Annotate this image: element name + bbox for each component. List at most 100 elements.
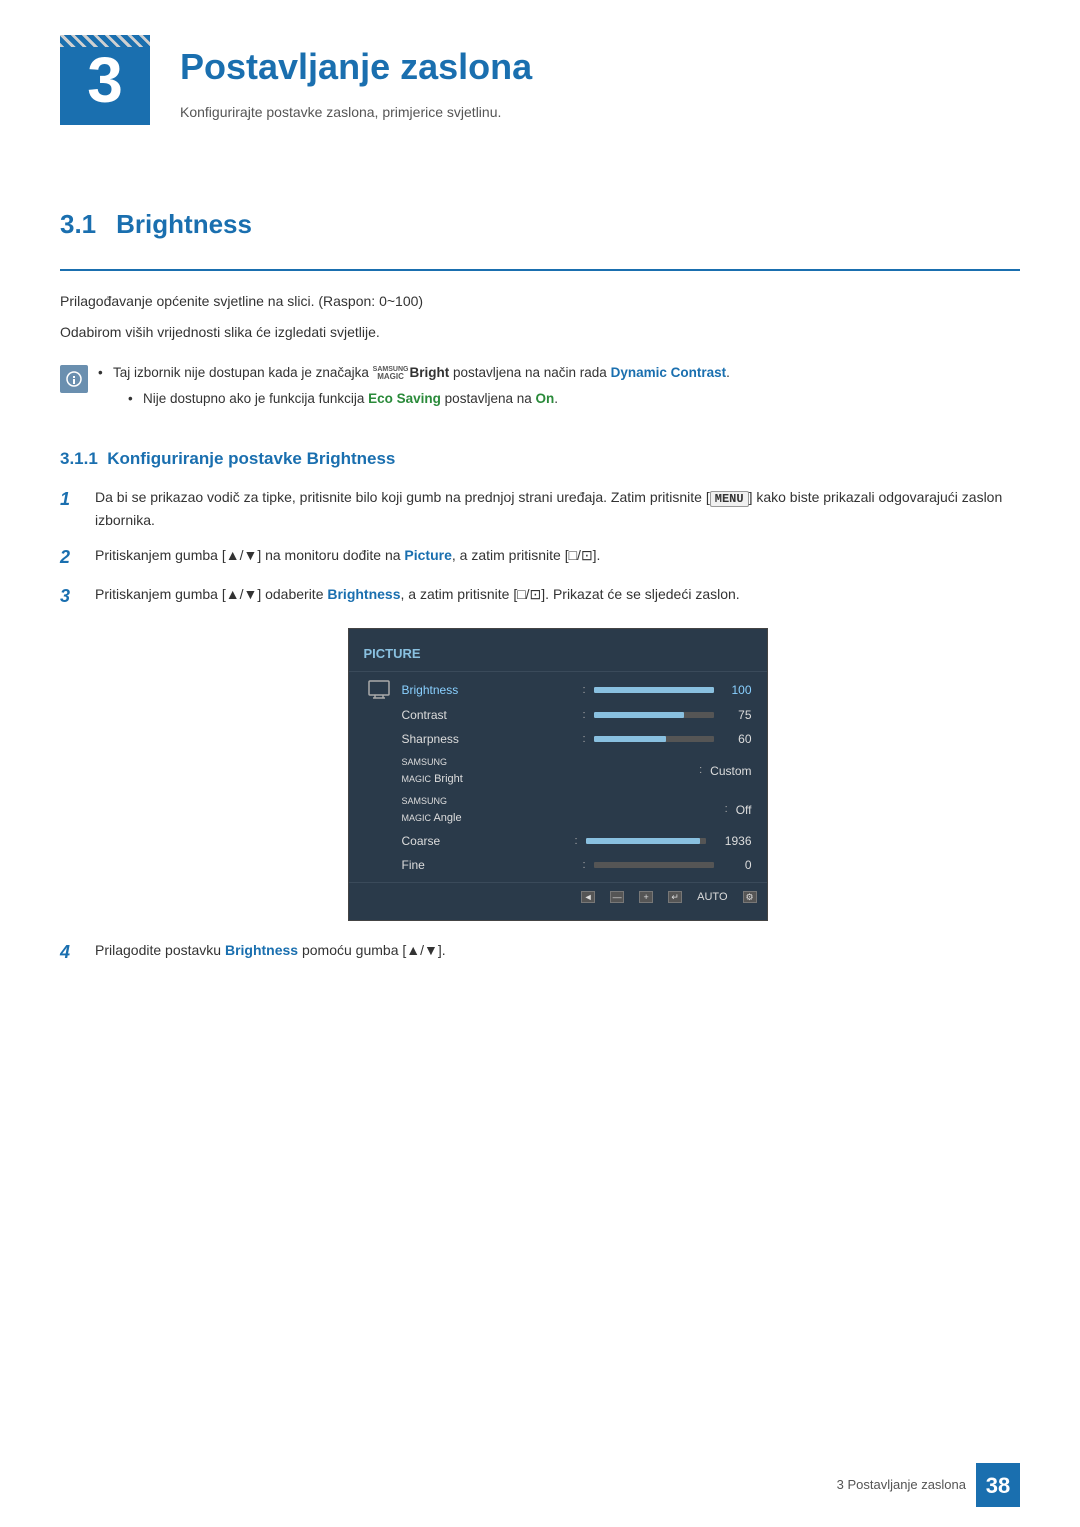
menu-btn-auto: AUTO [697, 889, 727, 906]
picture-menu: PICTURE Br [348, 628, 768, 921]
intro-line2: Odabirom viših vrijednosti slika će izgl… [60, 322, 1020, 343]
step-2: 2 Pritiskanjem gumba [▲/▼] na monitoru d… [60, 544, 1020, 571]
intro-line1: Prilagođavanje općenite svjetline na sli… [60, 291, 1020, 312]
menu-item-magic-angle: SAMSUNGMAGIC Angle : Off [349, 790, 767, 829]
samsung-magic-badge-1: SAMSUNG MAGIC [373, 366, 409, 381]
magic-bright-menu-label: SAMSUNGMAGIC Bright [402, 754, 542, 787]
menu-item-sharpness: Sharpness : 60 [349, 727, 767, 751]
contrast-progress-bar [594, 712, 714, 718]
picture-menu-mockup: PICTURE Br [348, 628, 768, 921]
subsection-title: 3.1.1 Konfiguriranje postavke Brightness [60, 449, 395, 468]
menu-btn-gear: ⚙ [743, 891, 757, 903]
eco-saving-label: Eco Saving [368, 391, 441, 406]
note-bullet-2: Nije dostupno ako je funkcija funkcija E… [128, 389, 1020, 409]
step-2-number: 2 [60, 544, 80, 571]
sharpness-bar-area: : 60 [542, 730, 752, 748]
note-bullet-1: Taj izbornik nije dostupan kada je znača… [98, 363, 1020, 383]
magic-bright-value: Custom [710, 762, 751, 780]
menu-item-fine: Fine : 0 [349, 853, 767, 877]
contrast-bar-area: : 75 [542, 706, 752, 724]
enter-btn-icon[interactable]: ↵ [668, 891, 682, 903]
fine-progress-bar [594, 862, 714, 868]
fine-value: 0 [722, 856, 752, 874]
step-2-text: Pritiskanjem gumba [▲/▼] na monitoru dođ… [95, 544, 1020, 566]
coarse-progress-bar [586, 838, 706, 844]
page-header: 3 Postavljanje zaslona Konfigurirajte po… [0, 0, 1080, 145]
step-1: 1 Da bi se prikazao vodič za tipke, prit… [60, 486, 1020, 532]
steps-list: 1 Da bi se prikazao vodič za tipke, prit… [60, 486, 1020, 966]
coarse-fill [586, 838, 700, 844]
gear-btn-icon[interactable]: ⚙ [743, 891, 757, 903]
step-4-text: Prilagodite postavku Brightness pomoću g… [95, 939, 1020, 961]
chapter-title: Postavljanje zaslona [180, 40, 532, 94]
auto-label: AUTO [697, 889, 727, 906]
brightness-label-step4: Brightness [225, 942, 298, 958]
subsection-header: 3.1.1 Konfiguriranje postavke Brightness [60, 446, 1020, 472]
minus-btn-icon[interactable]: — [610, 891, 624, 903]
footer-text: 3 Postavljanje zaslona [837, 1475, 966, 1495]
step-3: 3 Pritiskanjem gumba [▲/▼] odaberite Bri… [60, 583, 1020, 610]
dynamic-contrast-label: Dynamic Contrast [611, 365, 727, 380]
left-btn-icon[interactable]: ◄ [581, 891, 595, 903]
on-label: On [536, 391, 555, 406]
step-1-number: 1 [60, 486, 80, 513]
menu-bottom-bar: ◄ — + ↵ AUTO [349, 882, 767, 912]
monitor-icon [368, 680, 390, 700]
contrast-menu-label: Contrast [402, 706, 542, 724]
contrast-value: 75 [722, 706, 752, 724]
step-3-text: Pritiskanjem gumba [▲/▼] odaberite Brigh… [95, 583, 1020, 605]
note-box: Taj izbornik nije dostupan kada je znača… [60, 363, 1020, 416]
section-header: 3.1 Brightness [60, 205, 1020, 244]
magic-bright-value-area: : Custom [542, 762, 752, 780]
contrast-fill [594, 712, 684, 718]
fine-menu-label: Fine [402, 856, 542, 874]
picture-label: Picture [404, 547, 451, 563]
magic-angle-value-area: : Off [542, 801, 752, 819]
step-3-number: 3 [60, 583, 80, 610]
brightness-label-step3: Brightness [327, 586, 400, 602]
section-divider [60, 269, 1020, 271]
bright-label: Bright [409, 365, 449, 380]
menu-item-brightness: Brightness : 100 [349, 677, 767, 703]
coarse-value: 1936 [714, 832, 752, 850]
step-1-text: Da bi se prikazao vodič za tipke, pritis… [95, 486, 1020, 532]
coarse-menu-label: Coarse [402, 832, 542, 850]
menu-btn-enter: ↵ [668, 891, 682, 903]
sharpness-menu-label: Sharpness [402, 730, 542, 748]
section-title: Brightness [116, 205, 252, 244]
sharpness-fill [594, 736, 666, 742]
menu-item-coarse: Coarse : 1936 [349, 829, 767, 853]
magic-angle-menu-label: SAMSUNGMAGIC Angle [402, 793, 542, 826]
menu-key: MENU [710, 491, 749, 507]
nested-bullet-area: Nije dostupno ako je funkcija funkcija E… [98, 389, 1020, 409]
monitor-icon-area [364, 680, 394, 700]
brightness-menu-label: Brightness [402, 681, 542, 699]
page-footer: 3 Postavljanje zaslona 38 [837, 1463, 1020, 1507]
brightness-bar-area: : 100 [542, 681, 752, 699]
picture-menu-title: PICTURE [349, 644, 767, 673]
fine-bar-area: : 0 [542, 856, 752, 874]
menu-item-contrast: Contrast : 75 [349, 703, 767, 727]
coarse-bar-area: : 1936 [542, 832, 752, 850]
menu-btn-left: ◄ [581, 891, 595, 903]
note-icon [60, 365, 88, 393]
brightness-value: 100 [722, 681, 752, 699]
footer-page-box: 38 [976, 1463, 1020, 1507]
main-content: 3.1 Brightness Prilagođavanje općenite s… [0, 145, 1080, 1058]
note-content: Taj izbornik nije dostupan kada je znača… [98, 363, 1020, 416]
menu-btn-minus: — [610, 891, 624, 903]
step-4-number: 4 [60, 939, 80, 966]
sharpness-progress-bar [594, 736, 714, 742]
sharpness-value: 60 [722, 730, 752, 748]
section-number: 3.1 [60, 205, 96, 244]
chapter-subtitle: Konfigurirajte postavke zaslona, primjer… [180, 102, 532, 123]
plus-btn-icon[interactable]: + [639, 891, 653, 903]
brightness-fill [594, 687, 714, 693]
magic-angle-value: Off [736, 801, 752, 819]
chapter-number: 3 [60, 35, 150, 125]
step-4: 4 Prilagodite postavku Brightness pomoću… [60, 939, 1020, 966]
brightness-progress-bar [594, 687, 714, 693]
chapter-title-area: Postavljanje zaslona Konfigurirajte post… [180, 30, 532, 123]
menu-item-magic-bright: SAMSUNGMAGIC Bright : Custom [349, 751, 767, 790]
monitor-screenshot-area: PICTURE Br [95, 628, 1020, 921]
